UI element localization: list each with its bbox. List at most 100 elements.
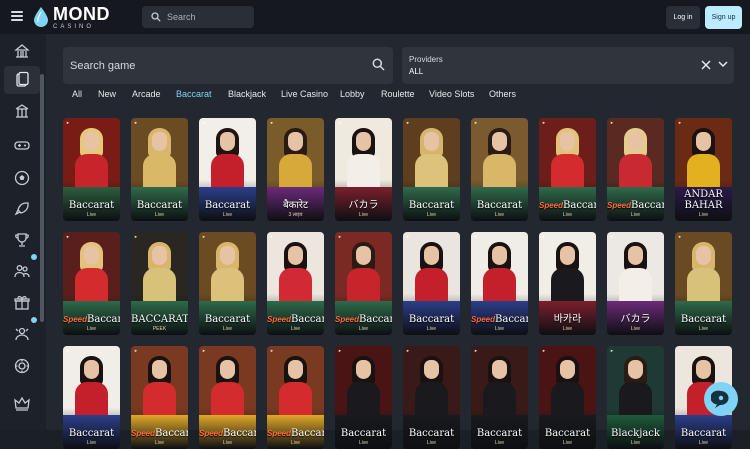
tab-all[interactable]: All xyxy=(72,89,82,99)
dealer-body xyxy=(551,154,584,188)
trophy-icon xyxy=(15,233,29,247)
dealer-body xyxy=(75,268,108,302)
game-search-placeholder: Search game xyxy=(70,59,136,72)
chat-button[interactable] xyxy=(704,382,738,416)
game-card[interactable]: ► Baccarat Live xyxy=(471,118,528,221)
sidebar-item-football[interactable] xyxy=(4,164,40,192)
tab-new[interactable]: New xyxy=(98,89,116,99)
game-title-text: Baccarat xyxy=(204,314,251,325)
chevron-down-icon[interactable] xyxy=(718,61,728,68)
game-card[interactable]: ►SpeedBaccaratLive xyxy=(199,346,256,449)
game-card[interactable]: ►SpeedBaccaratLive xyxy=(267,346,324,449)
sidebar-item-cards[interactable] xyxy=(4,66,40,94)
provider-tag: ► xyxy=(406,234,410,239)
game-card[interactable]: ►SpeedBaccaratLive xyxy=(335,232,392,335)
game-title-text: Baccarat xyxy=(631,200,664,211)
dealer-face xyxy=(560,246,575,265)
game-card[interactable]: ► Baccarat Live xyxy=(471,346,528,449)
game-card[interactable]: ► Baccarat Live xyxy=(403,232,460,335)
game-card[interactable]: ► Baccarat Live xyxy=(335,346,392,449)
dealer-face xyxy=(152,246,167,265)
dealer-face xyxy=(356,132,371,151)
tab-arcade[interactable]: Arcade xyxy=(132,89,161,99)
game-card[interactable]: ► Baccarat Live xyxy=(63,118,120,221)
sidebar-scrollbar[interactable] xyxy=(40,74,44,322)
game-title: SpeedBaccarat xyxy=(539,200,596,211)
game-card[interactable]: ►SpeedBaccaratLive xyxy=(607,118,664,221)
game-card[interactable]: ► Baccarat Live xyxy=(131,118,188,221)
game-card[interactable]: ►SpeedBaccaratLive xyxy=(131,346,188,449)
game-subtitle: Live xyxy=(86,440,97,446)
game-card[interactable]: ► बैकारेट 3 लाइव xyxy=(267,118,324,221)
game-card[interactable]: ►SpeedBaccaratLive xyxy=(267,232,324,335)
game-card[interactable]: ►SpeedBaccaratLive xyxy=(539,118,596,221)
dealer-body xyxy=(279,268,312,302)
providers-select[interactable]: Providers ALL xyxy=(402,47,734,84)
sidebar-item-casino-building[interactable] xyxy=(4,38,40,66)
tab-baccarat[interactable]: Baccarat xyxy=(176,89,212,99)
dealer-face xyxy=(152,132,167,151)
dealer-body xyxy=(75,382,108,416)
menu-icon[interactable] xyxy=(11,11,23,21)
provider-tag: ► xyxy=(134,234,138,239)
game-card[interactable]: ► Baccarat Live xyxy=(199,232,256,335)
dealer-body xyxy=(619,268,652,302)
game-card[interactable]: ► Baccarat Live xyxy=(199,118,256,221)
game-title-text: Baccarat xyxy=(204,200,251,211)
game-card[interactable]: ► バカラ Live xyxy=(335,118,392,221)
game-search-input[interactable]: Search game xyxy=(63,47,393,84)
dealer-body xyxy=(211,382,244,416)
game-card[interactable]: ► Baccarat Live xyxy=(539,346,596,449)
game-card[interactable]: ► Baccarat Live xyxy=(63,346,120,449)
sidebar-item-live-casino[interactable] xyxy=(4,98,40,126)
game-card[interactable]: ► Baccarat Live xyxy=(403,118,460,221)
dealer-face xyxy=(220,360,235,379)
login-button[interactable]: Log in xyxy=(666,6,700,29)
tab-video-slots[interactable]: Video Slots xyxy=(429,89,474,99)
game-title-text: Baccarat xyxy=(408,314,455,325)
tab-others[interactable]: Others xyxy=(489,89,516,99)
dealer-face xyxy=(152,360,167,379)
game-title-text: Baccarat xyxy=(87,314,120,325)
game-card[interactable]: ► Baccarat Live xyxy=(675,232,732,335)
sidebar-item-chip[interactable] xyxy=(4,352,40,380)
game-card[interactable]: ►SpeedBaccaratLive xyxy=(63,232,120,335)
dealer-body xyxy=(143,268,176,302)
casino-building-icon xyxy=(14,44,30,58)
sidebar-item-vip[interactable] xyxy=(4,320,40,348)
game-title-prefix: Speed xyxy=(267,429,292,438)
game-card[interactable]: ► Blackjack Live xyxy=(607,346,664,449)
notification-dot xyxy=(31,254,37,260)
rocket-icon xyxy=(14,202,29,216)
tab-blackjack[interactable]: Blackjack xyxy=(228,89,266,99)
sidebar-item-gift[interactable] xyxy=(4,289,40,317)
search-icon[interactable] xyxy=(372,58,385,71)
game-card[interactable]: ►SpeedBaccaratLive xyxy=(471,232,528,335)
game-card[interactable]: ► Baccarat Live xyxy=(403,346,460,449)
search-icon xyxy=(151,12,161,22)
dealer-face xyxy=(424,132,439,151)
game-subtitle: Live xyxy=(698,440,709,446)
game-card[interactable]: ► 바카라 Live xyxy=(539,232,596,335)
tab-lobby[interactable]: Lobby xyxy=(340,89,365,99)
game-card[interactable]: ► バカラ Live xyxy=(607,232,664,335)
clear-icon[interactable] xyxy=(700,59,712,71)
game-subtitle: Live xyxy=(290,326,301,332)
game-card[interactable]: ► ANDAR BAHAR Live xyxy=(675,118,732,221)
tab-live-casino[interactable]: Live Casino xyxy=(281,89,328,99)
sidebar-item-crown[interactable] xyxy=(4,390,40,418)
header-search-input[interactable]: Search xyxy=(142,6,254,28)
dealer-face xyxy=(696,132,711,151)
tab-roulette[interactable]: Roulette xyxy=(381,89,415,99)
sidebar-item-users[interactable] xyxy=(4,257,40,285)
sidebar-item-esports[interactable] xyxy=(4,131,40,159)
logo[interactable]: MOND CASINO xyxy=(33,4,110,30)
game-card[interactable]: ► BACCARAT PEEK xyxy=(131,232,188,335)
dealer-face xyxy=(492,360,507,379)
provider-tag: ► xyxy=(66,234,70,239)
provider-tag: ► xyxy=(270,120,274,125)
sidebar-item-trophy[interactable] xyxy=(4,226,40,254)
provider-tag: ► xyxy=(66,348,70,353)
signup-button[interactable]: Sign up xyxy=(705,6,742,29)
sidebar-item-rocket[interactable] xyxy=(4,195,40,223)
